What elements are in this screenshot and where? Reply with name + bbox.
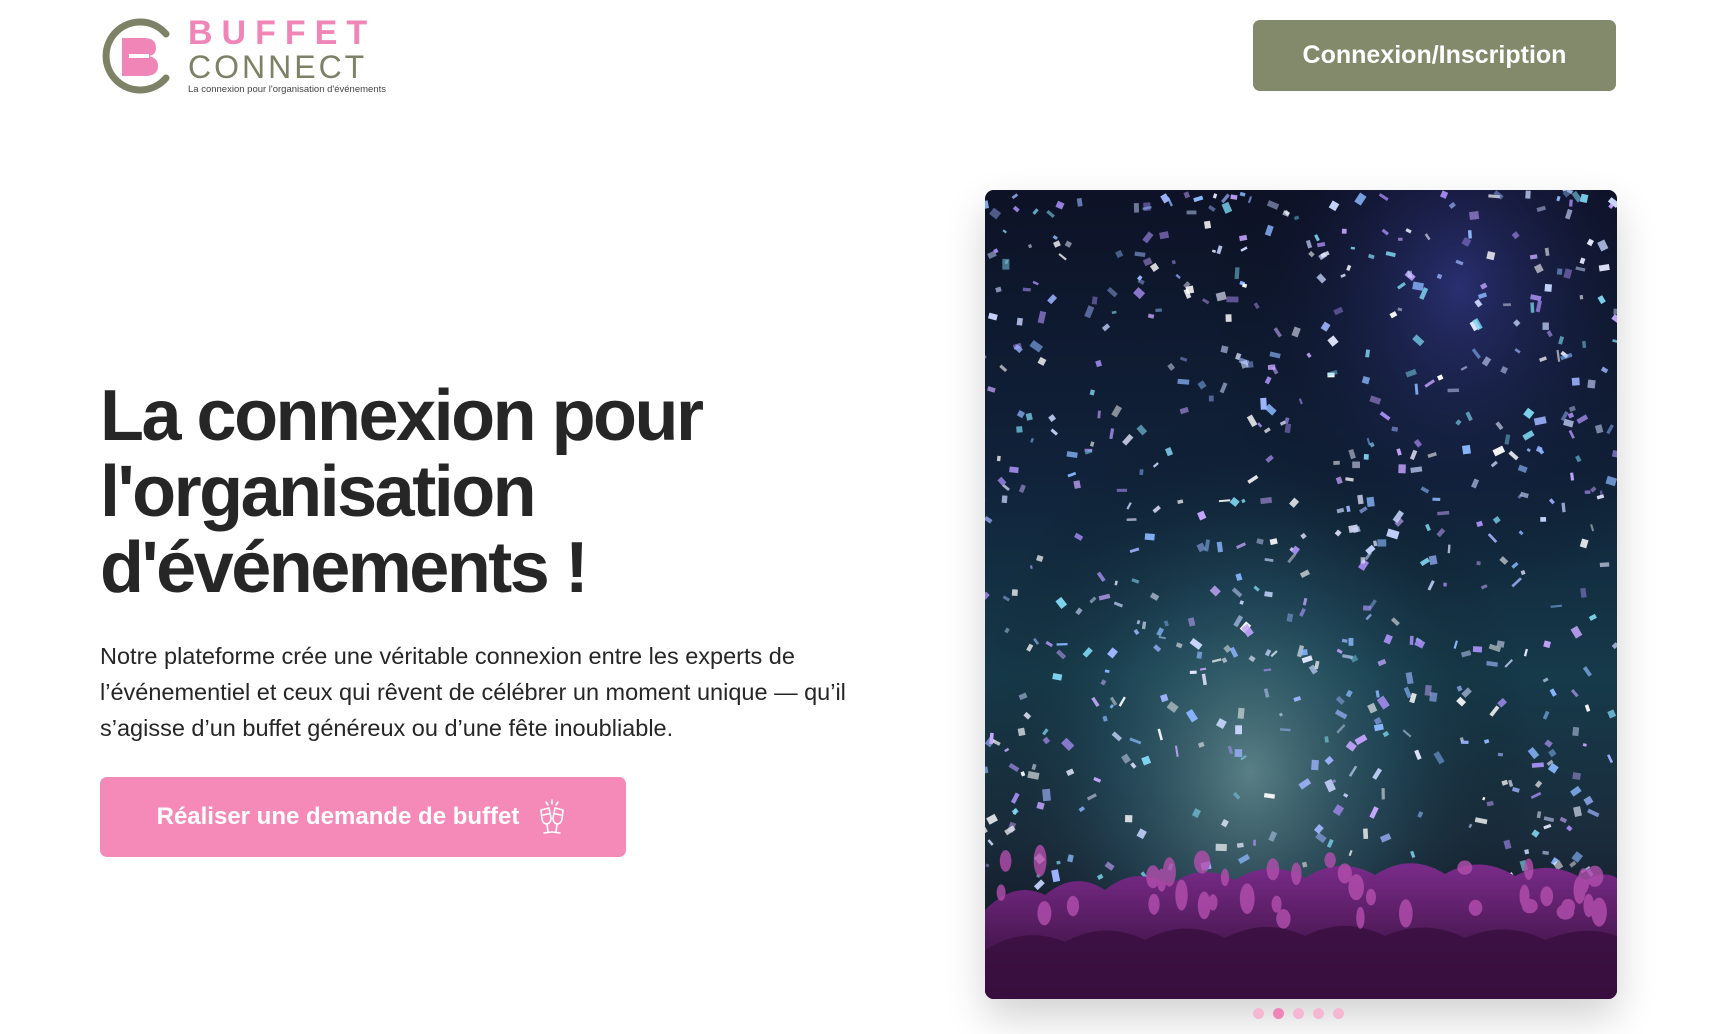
logo-tagline: La connexion pour l'organisation d'événe… (188, 84, 386, 95)
carousel-dot[interactable] (1273, 1008, 1284, 1019)
buffet-connect-logo[interactable]: BUFFET CONNECT La connexion pour l'organ… (100, 14, 390, 98)
login-register-button[interactable]: Connexion/Inscription (1253, 20, 1616, 91)
hero-carousel-image[interactable] (985, 190, 1617, 999)
carousel-dot[interactable] (1313, 1008, 1324, 1019)
concert-confetti-photo (985, 190, 1617, 999)
logo-word-buffet: BUFFET (188, 14, 377, 52)
logo-mark-icon (102, 18, 170, 94)
request-buffet-button[interactable]: Réaliser une demande de buffet (100, 777, 626, 857)
logo-word-connect: CONNECT (188, 49, 368, 85)
hero-title: La connexion pour l'organisation d'événe… (100, 376, 704, 608)
request-buffet-label: Réaliser une demande de buffet (156, 803, 520, 830)
carousel-dot[interactable] (1333, 1008, 1344, 1019)
hero-description: Notre plateforme crée une véritable conn… (100, 643, 846, 741)
carousel-dot[interactable] (1253, 1008, 1264, 1019)
champagne-toast-icon (540, 799, 565, 834)
carousel-pagination (1253, 1008, 1344, 1020)
landing-page: BUFFET CONNECT La connexion pour l'organ… (0, 0, 1723, 1034)
carousel-dot[interactable] (1293, 1008, 1304, 1019)
